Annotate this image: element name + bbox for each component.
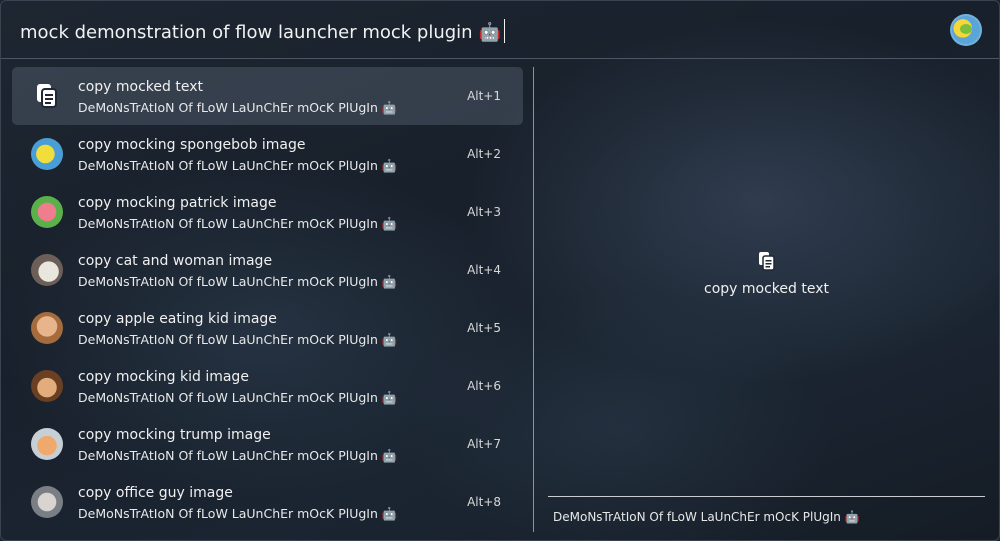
plugin-avatar-icon xyxy=(950,14,982,46)
result-row[interactable]: copy cat and woman image DeMoNsTrAtIoN O… xyxy=(12,241,523,299)
result-subtitle: DeMoNsTrAtIoN Of fLoW LaUnChEr mOcK PlUg… xyxy=(78,390,398,405)
cat-thumbnail-icon xyxy=(31,254,63,286)
result-hotkey: Alt+5 xyxy=(467,321,501,335)
search-query-text: mock demonstration of flow launcher mock… xyxy=(20,22,473,43)
result-title: copy mocked text xyxy=(78,79,203,95)
apple-kid-thumbnail-icon xyxy=(31,312,63,344)
result-subtitle: DeMoNsTrAtIoN Of fLoW LaUnChEr mOcK PlUg… xyxy=(78,274,398,289)
result-row[interactable]: copy mocking spongebob image DeMoNsTrAtI… xyxy=(12,125,523,183)
result-title: copy apple eating kid image xyxy=(78,311,277,327)
result-title: copy office guy image xyxy=(78,485,233,501)
spongebob-thumbnail-icon xyxy=(31,138,63,170)
results-list: copy mocked text DeMoNsTrAtIoN Of fLoW L… xyxy=(12,67,523,531)
result-title: copy mocking patrick image xyxy=(78,195,277,211)
text-caret xyxy=(504,19,506,43)
result-subtitle: DeMoNsTrAtIoN Of fLoW LaUnChEr mOcK PlUg… xyxy=(78,506,398,521)
trump-thumbnail-icon xyxy=(31,428,63,460)
patrick-thumbnail-icon xyxy=(31,196,63,228)
search-bar[interactable]: mock demonstration of flow launcher mock… xyxy=(1,1,999,59)
result-row[interactable]: copy apple eating kid image DeMoNsTrAtIo… xyxy=(12,299,523,357)
result-hotkey: Alt+8 xyxy=(467,495,501,509)
flow-launcher-window: mock demonstration of flow launcher mock… xyxy=(0,0,1000,541)
preview-panel: copy mocked text DeMoNsTrAtIoN Of fLoW L… xyxy=(548,67,985,532)
search-divider xyxy=(1,58,999,59)
result-hotkey: Alt+4 xyxy=(467,263,501,277)
result-row[interactable]: copy mocking kid image DeMoNsTrAtIoN Of … xyxy=(12,357,523,415)
result-subtitle: DeMoNsTrAtIoN Of fLoW LaUnChEr mOcK PlUg… xyxy=(78,216,398,231)
copy-icon xyxy=(758,251,776,271)
result-row[interactable]: copy mocking trump image DeMoNsTrAtIoN O… xyxy=(12,415,523,473)
result-hotkey: Alt+1 xyxy=(467,89,501,103)
preview-divider xyxy=(548,496,985,497)
result-title: copy cat and woman image xyxy=(78,253,273,269)
result-row[interactable]: copy mocked text DeMoNsTrAtIoN Of fLoW L… xyxy=(12,67,523,125)
office-guy-thumbnail-icon xyxy=(31,486,63,518)
result-hotkey: Alt+2 xyxy=(467,147,501,161)
result-hotkey: Alt+3 xyxy=(467,205,501,219)
result-hotkey: Alt+6 xyxy=(467,379,501,393)
result-subtitle: DeMoNsTrAtIoN Of fLoW LaUnChEr mOcK PlUg… xyxy=(78,100,398,115)
result-subtitle: DeMoNsTrAtIoN Of fLoW LaUnChEr mOcK PlUg… xyxy=(78,332,398,347)
result-title: copy mocking trump image xyxy=(78,427,271,443)
copy-icon xyxy=(31,80,63,112)
search-input[interactable]: mock demonstration of flow launcher mock… xyxy=(20,19,506,45)
result-title: copy mocking kid image xyxy=(78,369,249,385)
result-subtitle: DeMoNsTrAtIoN Of fLoW LaUnChEr mOcK PlUg… xyxy=(78,158,398,173)
result-title: copy mocking spongebob image xyxy=(78,137,306,153)
panel-divider xyxy=(533,67,534,532)
preview-title: copy mocked text xyxy=(704,281,829,297)
result-row[interactable]: copy office guy image DeMoNsTrAtIoN Of f… xyxy=(12,473,523,531)
result-subtitle: DeMoNsTrAtIoN Of fLoW LaUnChEr mOcK PlUg… xyxy=(78,448,398,463)
robot-emoji-icon: 🤖 xyxy=(478,22,502,43)
preview-subtitle: DeMoNsTrAtIoN Of fLoW LaUnChEr mOcK PlUg… xyxy=(553,510,860,524)
kid-thumbnail-icon xyxy=(31,370,63,402)
result-row[interactable]: copy mocking patrick image DeMoNsTrAtIoN… xyxy=(12,183,523,241)
result-hotkey: Alt+7 xyxy=(467,437,501,451)
